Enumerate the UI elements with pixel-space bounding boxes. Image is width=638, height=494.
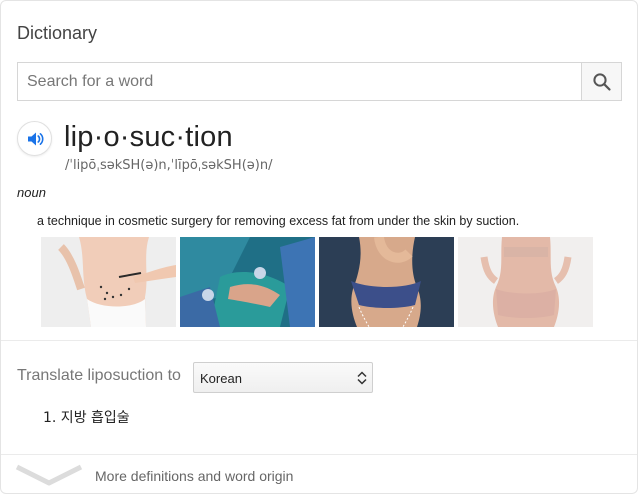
translation-result: 1. 지방 흡입술: [43, 410, 130, 426]
search-input[interactable]: [18, 63, 582, 100]
phonetic-spelling: /ˈlipōˌsəkSH(ə)n,ˈlīpōˌsəkSH(ə)n/: [65, 158, 273, 173]
speaker-icon: [27, 132, 44, 145]
image-back-view[interactable]: [458, 237, 593, 327]
select-arrows-icon: [357, 371, 367, 385]
card-title: Dictionary: [17, 23, 98, 43]
headword: lip·o·suc·tion: [64, 121, 233, 153]
more-definitions-label: More definitions and word origin: [95, 468, 294, 484]
part-of-speech: noun: [17, 185, 46, 200]
translate-label: Translate liposuction to: [17, 367, 181, 384]
search-icon: [592, 72, 611, 91]
definition-text: a technique in cosmetic surgery for remo…: [37, 214, 520, 228]
image-abdomen-markings[interactable]: [41, 237, 176, 327]
image-surgery-scene[interactable]: [180, 237, 315, 327]
language-select-value: Korean: [200, 371, 242, 386]
divider-top: [1, 340, 637, 341]
more-definitions-link[interactable]: More definitions and word origin: [1, 455, 637, 493]
search-button[interactable]: [581, 63, 621, 100]
search-box: [17, 62, 622, 101]
pronounce-button[interactable]: [17, 121, 52, 156]
chevron-down-icon: [15, 464, 83, 486]
dictionary-card: Dictionary lip·o·suc·tion /ˈlipōˌsəkSH(ə…: [0, 0, 638, 494]
language-select[interactable]: Korean: [193, 362, 373, 393]
image-body-outline[interactable]: [319, 237, 454, 327]
